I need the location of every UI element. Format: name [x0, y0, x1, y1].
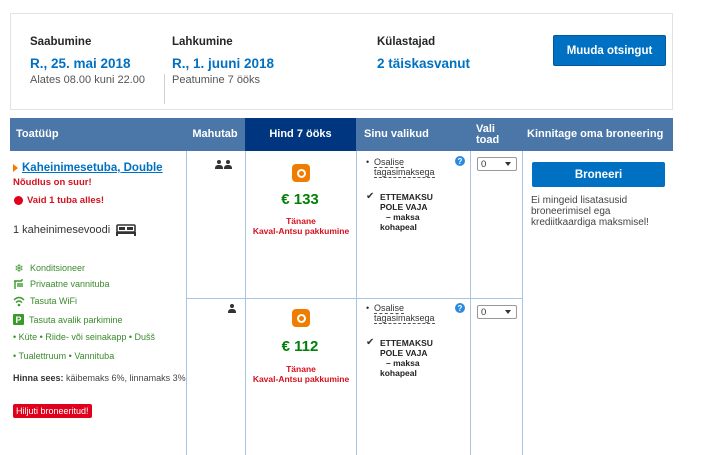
amenities-line-1: • Küte • Riide- või seinakapp • Dušš [13, 332, 156, 342]
facility-label: Konditsioneer [30, 263, 86, 273]
column-divider [470, 151, 471, 455]
prepay-line-4: kohapeal [380, 368, 417, 378]
smart-deal-icon [292, 164, 310, 182]
select-value: 0 [481, 306, 487, 318]
stay-length: Peatumine 7 ööks [172, 74, 261, 86]
facility-wifi: Tasuta WiFi [13, 295, 77, 307]
header-select-rooms: Vali toad [476, 118, 521, 151]
triangle-right-icon [13, 164, 18, 172]
table-header: Toatüüp Mahutab Hind 7 ööks Sinu valikud… [10, 118, 673, 151]
column-divider [186, 151, 187, 455]
facility-air-conditioning: ❄ Konditsioneer [13, 262, 86, 275]
person-icon [228, 304, 236, 313]
room-quantity-select-offer-2[interactable]: 0 [477, 305, 517, 319]
deal-line-1: Tänane [286, 216, 316, 226]
summary-divider [164, 74, 165, 104]
checkout-block: Lahkumine R., 1. juuni 2018 Peatumine 7 … [172, 36, 274, 86]
room-name-link[interactable]: Kaheinimesetuba, Double [22, 162, 163, 174]
checkmark-icon: ✔ [366, 191, 375, 202]
chevron-down-icon [505, 310, 511, 314]
taxes-label: Hinna sees: [13, 373, 64, 383]
bed-text: 1 kaheinimesevoodi [13, 224, 111, 236]
help-icon[interactable]: ? [455, 156, 465, 166]
deal-label-offer-2: Tänane Kaval-Antsu pakkumine [241, 364, 361, 384]
deal-label-offer-1: Tänane Kaval-Antsu pakkumine [241, 216, 361, 236]
refund-line-2: tagasimaksega [374, 167, 435, 178]
column-divider [356, 151, 357, 455]
facility-label: Privaatne vannituba [30, 279, 110, 289]
room-quantity-select-offer-1[interactable]: 0 [477, 157, 517, 171]
deal-line-1: Tänane [286, 364, 316, 374]
deal-line-2: Kaval-Antsu pakkumine [252, 226, 350, 236]
taxes-text: käibemaks 6%, linnamaks 3% [63, 373, 186, 383]
header-price: Hind 7 ööks [245, 118, 356, 151]
prepay-line-1: ETTEMAKSU [380, 192, 433, 202]
refund-policy-offer-2[interactable]: • Osalise tagasimaksega [366, 303, 435, 324]
checkout-label: Lahkumine [172, 36, 233, 48]
no-prepayment-offer-2: ETTEMAKSU POLE VAJA – maksa kohapeal [380, 338, 433, 378]
rooms-left-row: Vaid 1 tuba alles! [14, 195, 104, 206]
header-select-line1: Vali [476, 122, 495, 135]
price-offer-1: € 133 [281, 191, 319, 208]
header-confirm: Kinnitage oma broneering [527, 128, 664, 140]
select-value: 0 [481, 158, 487, 170]
help-icon[interactable]: ? [455, 303, 465, 313]
deal-line-2: Kaval-Antsu pakkumine [252, 374, 350, 384]
refund-policy-offer-1[interactable]: • Osalise tagasimaksega [366, 157, 435, 178]
occupancy-two-icon [215, 160, 232, 169]
alert-dot-icon [14, 196, 23, 205]
header-capacity: Mahutab [192, 128, 238, 140]
facility-parking: P Tasuta avalik parkimine [13, 314, 123, 325]
smart-deal-icon [292, 309, 310, 327]
guests-value: 2 täiskasvanut [377, 56, 471, 71]
facility-private-bathroom: Privaatne vannituba [13, 278, 110, 290]
header-choices: Sinu valikud [364, 128, 429, 140]
occupancy-one-icon [228, 304, 236, 313]
header-room-type: Toatüüp [16, 128, 59, 140]
header-select-line2: toad [476, 133, 500, 146]
high-demand-text: Nõudlus on suur! [13, 177, 92, 188]
person-icon [215, 160, 223, 169]
prepay-line-2: POLE VAJA [380, 348, 428, 358]
change-search-button[interactable]: Muuda otsingut [553, 35, 666, 66]
no-prepayment-offer-1: ETTEMAKSU POLE VAJA – maksa kohapeal [380, 192, 433, 232]
checkmark-icon: ✔ [366, 337, 375, 348]
person-icon [224, 160, 232, 169]
amenities-line-2: • Tualettruum • Vannituba [13, 351, 115, 361]
double-bed-icon [116, 224, 137, 236]
rooms-left-text: Vaid 1 tuba alles! [27, 195, 105, 206]
column-divider [522, 151, 523, 455]
guests-block: Külastajad 2 täiskasvanut [377, 36, 470, 71]
facility-label: Tasuta WiFi [30, 296, 78, 306]
no-fees-note: Ei mingeid lisatasusid broneerimisel ega… [531, 195, 649, 228]
checkin-date: R., 25. mai 2018 [30, 56, 131, 71]
checkin-hours: Alates 08.00 kuni 22.00 [30, 74, 145, 86]
recently-booked-badge: Hiljuti broneeritud! [13, 404, 92, 418]
refund-line-2: tagasimaksega [374, 313, 435, 324]
checkout-date: R., 1. juuni 2018 [172, 56, 275, 71]
prepay-line-4: kohapeal [380, 222, 417, 232]
chevron-down-icon [505, 162, 511, 166]
price-offer-2: € 112 [281, 338, 319, 355]
wifi-icon [13, 296, 25, 307]
snowflake-icon: ❄ [14, 262, 24, 275]
row-divider [187, 298, 522, 299]
book-button[interactable]: Broneeri [532, 162, 665, 187]
prepay-line-3: – maksa [386, 358, 420, 368]
guests-label: Külastajad [377, 36, 436, 48]
parking-icon: P [13, 314, 24, 325]
shower-icon [14, 279, 23, 289]
prepay-line-1: ETTEMAKSU [380, 338, 433, 348]
search-summary: Saabumine R., 25. mai 2018 Alates 08.00 … [10, 13, 673, 110]
checkin-block: Saabumine R., 25. mai 2018 Alates 08.00 … [30, 36, 145, 86]
taxes-info: Hinna sees: käibemaks 6%, linnamaks 3% [13, 373, 188, 384]
bed-info: 1 kaheinimesevoodi [13, 224, 137, 236]
prepay-line-3: – maksa [386, 212, 420, 222]
prepay-line-2: POLE VAJA [380, 202, 428, 212]
checkin-label: Saabumine [30, 36, 92, 48]
room-name-row: Kaheinimesetuba, Double [13, 162, 163, 174]
facility-label: Tasuta avalik parkimine [29, 314, 123, 325]
